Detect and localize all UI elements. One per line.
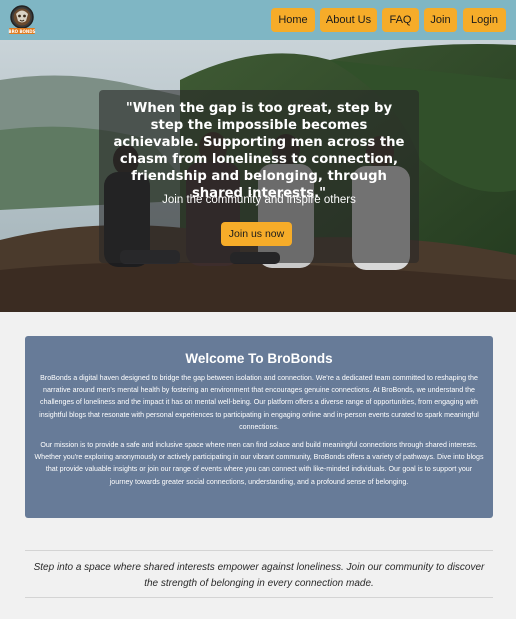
brobonds-logo[interactable]: BRO BONDS bbox=[7, 4, 37, 36]
hero-section: "When the gap is too great, step by step… bbox=[0, 40, 516, 312]
welcome-paragraph-mission: Our mission is to provide a safe and inc… bbox=[34, 441, 484, 486]
welcome-card: Welcome To BroBonds BroBonds a digital h… bbox=[25, 336, 493, 518]
nav-about-us-button[interactable]: About Us bbox=[320, 8, 377, 32]
welcome-paragraph-intro: BroBonds a digital haven designed to bri… bbox=[39, 374, 479, 431]
nav-join-button[interactable]: Join bbox=[424, 8, 457, 32]
welcome-title: Welcome To BroBonds bbox=[185, 351, 333, 366]
tagline-text: Step into a space where shared interests… bbox=[33, 562, 485, 589]
nav-faq-button[interactable]: FAQ bbox=[382, 8, 419, 32]
hero-subtitle: Join the community and inspire others bbox=[162, 194, 356, 206]
hero-quote: "When the gap is too great, step by step… bbox=[113, 101, 405, 201]
join-us-now-button[interactable]: Join us now bbox=[221, 222, 292, 246]
nav-home-button[interactable]: Home bbox=[271, 8, 315, 32]
top-navbar: BRO BONDS Home About Us FAQ Join Login bbox=[0, 0, 516, 40]
divider-bottom bbox=[25, 597, 493, 598]
divider-top bbox=[25, 550, 493, 551]
logo-emblem-icon: BRO BONDS bbox=[9, 5, 36, 34]
nav-login-button[interactable]: Login bbox=[463, 8, 506, 32]
svg-text:BRO BONDS: BRO BONDS bbox=[9, 29, 36, 34]
